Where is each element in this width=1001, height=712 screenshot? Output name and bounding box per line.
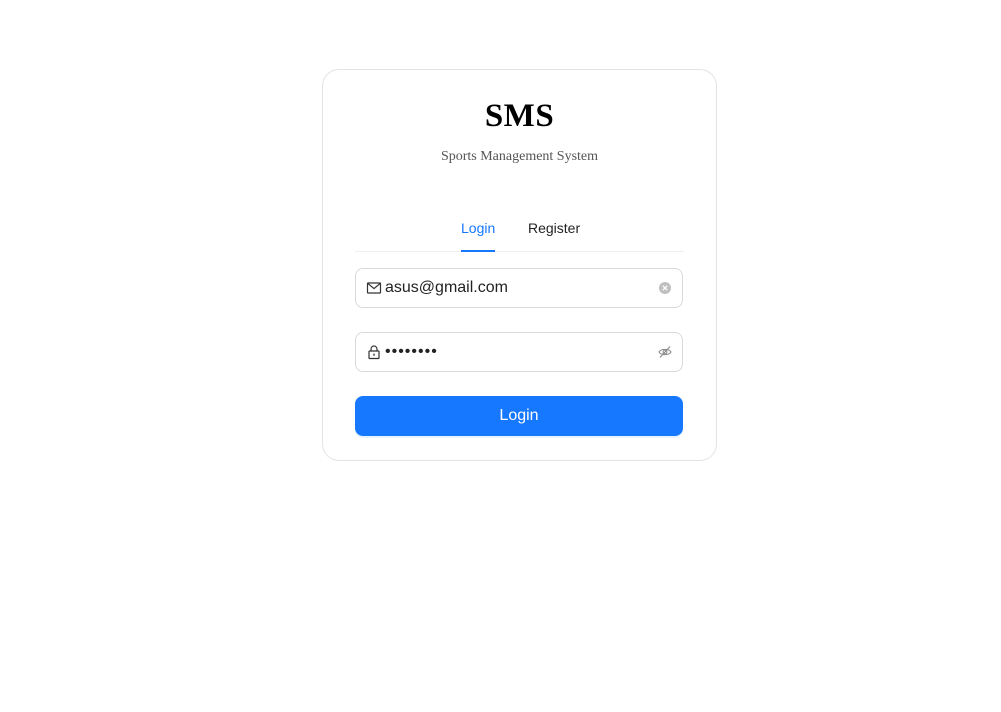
tab-login[interactable]: Login xyxy=(461,220,495,236)
active-tab-indicator xyxy=(461,250,495,252)
lock-icon xyxy=(368,345,380,360)
email-field[interactable] xyxy=(355,268,683,308)
clear-icon[interactable] xyxy=(658,281,672,295)
login-card: SMS Sports Management System Login Regis… xyxy=(323,70,716,460)
app-title: SMS xyxy=(484,98,555,134)
eye-invisible-icon[interactable] xyxy=(658,345,672,359)
auth-tabs: Login Register xyxy=(355,210,684,252)
tab-register[interactable]: Register xyxy=(528,220,580,236)
login-button[interactable]: Login xyxy=(355,396,683,436)
password-field[interactable] xyxy=(355,332,683,372)
password-input[interactable] xyxy=(385,333,649,371)
app-subtitle: Sports Management System xyxy=(440,149,599,164)
mail-icon xyxy=(366,282,382,294)
email-input[interactable] xyxy=(385,269,649,307)
